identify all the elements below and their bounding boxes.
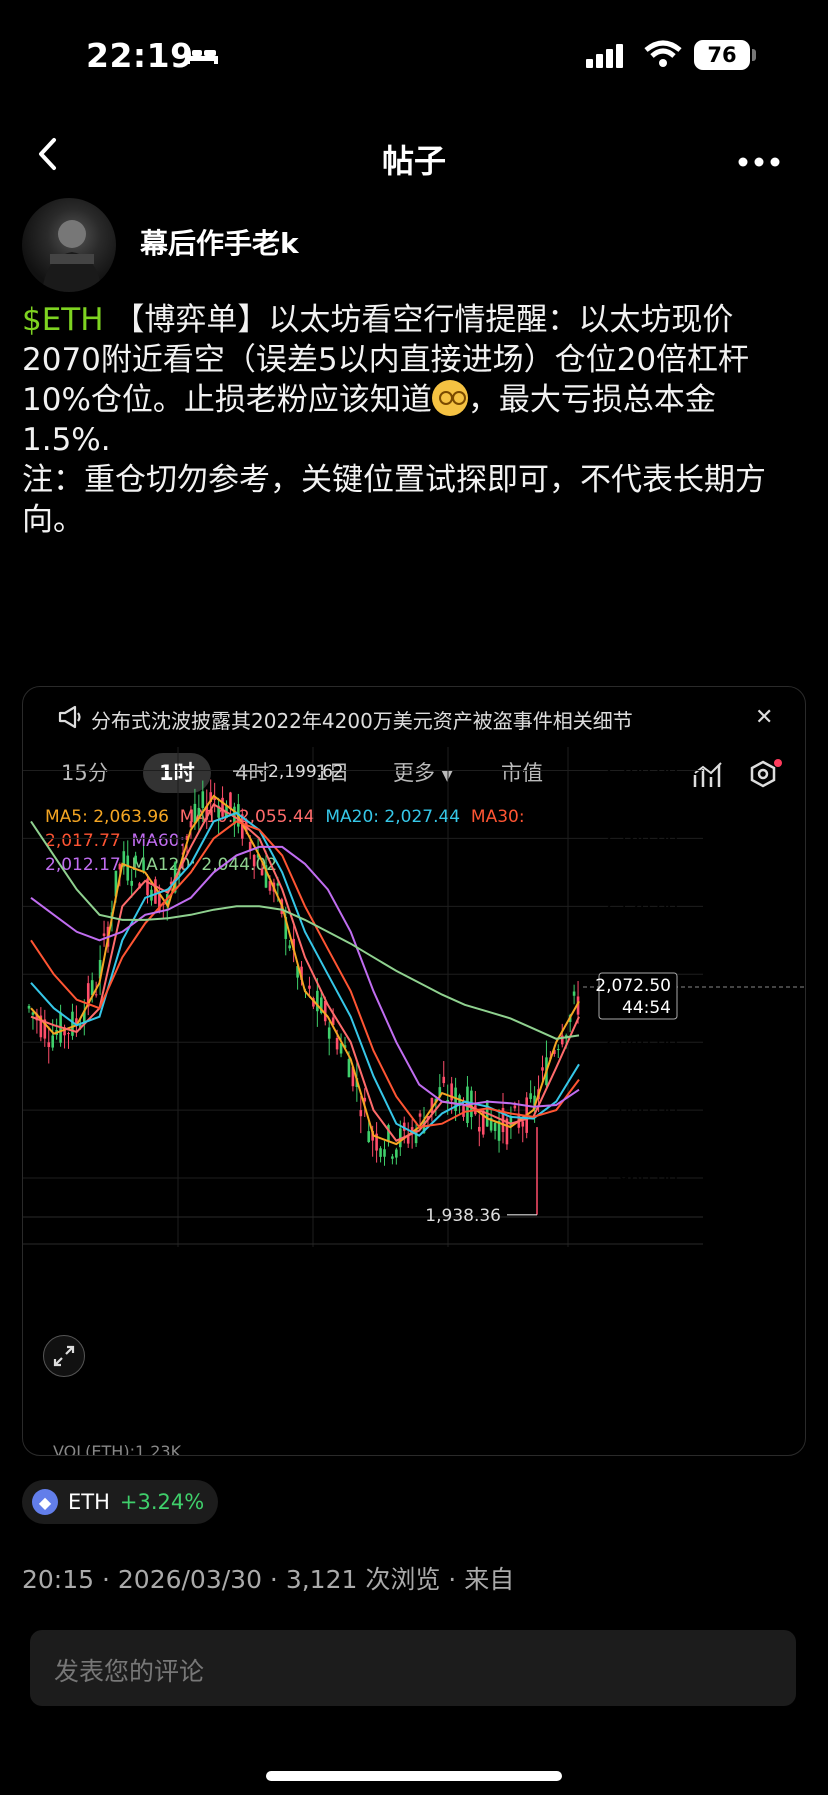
candle xyxy=(316,990,319,1012)
candle xyxy=(323,1000,327,1022)
y-tick-label: 2,000.00 xyxy=(602,1101,678,1121)
x-tick-label: 23 01:00 xyxy=(23,1220,93,1240)
candle xyxy=(47,1042,51,1048)
low-label: 1,938.36 xyxy=(425,1206,501,1226)
candle xyxy=(418,1113,422,1117)
candle xyxy=(335,1037,339,1050)
countdown: 44:54 xyxy=(622,998,671,1018)
candle xyxy=(521,1121,525,1127)
candle xyxy=(383,1149,386,1157)
candle xyxy=(379,1148,382,1157)
sleep-mode-icon xyxy=(184,44,220,70)
candle xyxy=(391,1156,394,1159)
comment-input[interactable]: 发表您的评论 xyxy=(30,1630,796,1706)
coin-tag[interactable]: $ETH xyxy=(22,302,104,338)
candle xyxy=(347,1059,351,1078)
price-chart[interactable]: 2,200.002,160.002,120.002,080.002,040.00… xyxy=(23,687,805,1455)
cellular-signal-icon xyxy=(586,44,626,72)
post-meta: 20:15 · 2026/03/30 · 3,121 次浏览 · 来自 xyxy=(22,1565,515,1594)
candle xyxy=(541,1067,544,1071)
current-price: 2,072.50 xyxy=(595,976,671,996)
page-title: 帖子 xyxy=(381,142,446,180)
chart-card[interactable]: 分布式沈波披露其2022年4200万美元资产被盗事件相关细节 ✕ 15分 1时 … xyxy=(22,686,806,1456)
wifi-icon xyxy=(644,40,682,72)
candle xyxy=(189,821,193,828)
avatar[interactable] xyxy=(22,198,116,292)
status-time: 22:19 xyxy=(86,36,194,75)
expand-icon[interactable] xyxy=(43,1335,85,1377)
candle xyxy=(102,933,106,936)
monocle-emoji-icon xyxy=(431,380,468,416)
candle xyxy=(529,1093,532,1100)
candle xyxy=(197,807,201,816)
candle xyxy=(478,1126,481,1132)
y-tick-label: 1,960.00 xyxy=(602,1169,678,1189)
comment-placeholder: 发表您的评论 xyxy=(54,1657,205,1686)
candle xyxy=(493,1122,497,1131)
post-content: $ETH 【博弈单】以太坊看空行情提醒：以太坊现价2070附近看空（误差5以内直… xyxy=(22,300,802,540)
candle xyxy=(201,791,205,808)
candle xyxy=(308,985,311,989)
candle xyxy=(134,855,137,864)
high-label: 2,199.62 xyxy=(268,762,344,782)
candle xyxy=(130,880,133,886)
candle xyxy=(142,860,145,872)
candle xyxy=(260,868,264,876)
post-text-2: 注：重仓切勿参考，关键位置试探即可，不代表长期方向。 xyxy=(22,462,766,538)
candle xyxy=(367,1131,370,1143)
y-tick-label: 2,160.00 xyxy=(602,829,678,849)
candle xyxy=(288,945,291,949)
x-tick-label: 03/25 00:00 xyxy=(128,1220,231,1240)
post-views: 3,121 次浏览 xyxy=(285,1565,441,1594)
more-options-icon[interactable] xyxy=(738,152,780,171)
candle xyxy=(572,991,576,996)
coin-chip[interactable]: ◆ ETH +3.24% xyxy=(22,1480,219,1524)
candle xyxy=(359,1110,363,1117)
candle xyxy=(395,1149,398,1158)
coin-name: ETH xyxy=(68,1490,110,1514)
candle xyxy=(327,1027,331,1039)
candle xyxy=(154,879,157,904)
post-date: 2026/03/30 xyxy=(117,1565,262,1594)
y-tick-label: 2,120.00 xyxy=(602,897,678,917)
battery-tip xyxy=(752,49,756,61)
coin-change: +3.24% xyxy=(119,1490,205,1514)
volume-label: VOL(ETH):1.23K xyxy=(53,1442,182,1456)
candle xyxy=(557,1049,560,1051)
author-name[interactable]: 幕后作手老k xyxy=(140,222,299,262)
y-tick-label: 2,200.00 xyxy=(602,761,678,781)
y-tick-label: 2,040.00 xyxy=(602,1033,678,1053)
candle xyxy=(67,1033,70,1035)
candle xyxy=(193,803,197,823)
candle xyxy=(442,1076,446,1084)
post-source: 来自 xyxy=(464,1565,515,1594)
candle xyxy=(51,1035,54,1048)
home-indicator[interactable] xyxy=(266,1771,562,1781)
post-time: 20:15 xyxy=(22,1565,95,1594)
ethereum-icon: ◆ xyxy=(32,1489,58,1515)
x-tick-label: 03/26 23:00 xyxy=(263,1220,366,1240)
battery-icon: 76 xyxy=(694,40,750,70)
candle xyxy=(252,854,256,867)
candle xyxy=(513,1105,517,1109)
candle xyxy=(94,994,98,996)
back-chevron-icon[interactable] xyxy=(36,136,60,176)
candle xyxy=(27,1005,31,1009)
candle xyxy=(126,855,130,881)
